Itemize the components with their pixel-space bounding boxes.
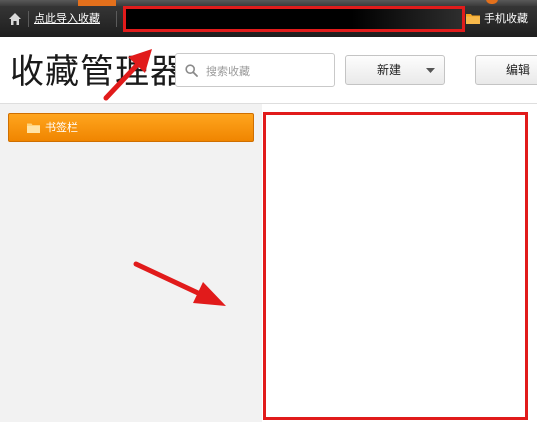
arrow-to-bookmark-bar	[103, 49, 152, 101]
annotation-arrows	[103, 49, 226, 306]
arrow-to-content-area	[133, 261, 226, 306]
